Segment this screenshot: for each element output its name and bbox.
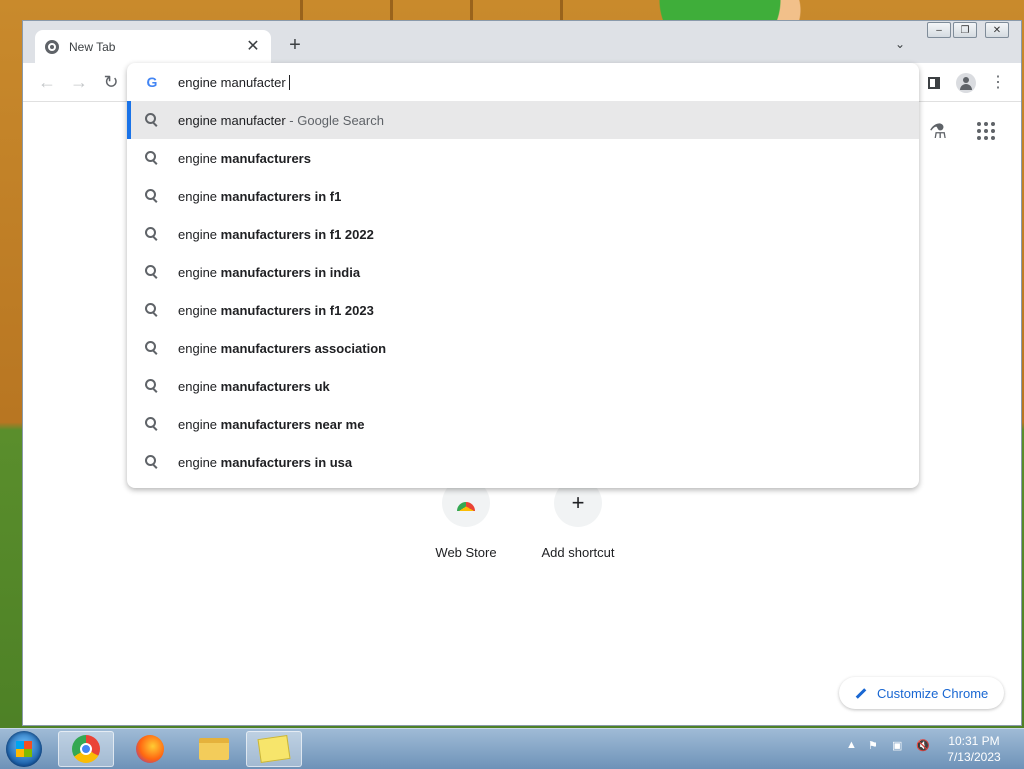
suggestion-row[interactable]: engine manufacturers in f1 2022 — [127, 215, 919, 253]
network-icon[interactable]: ▣ — [892, 739, 902, 752]
side-panel-button[interactable] — [923, 72, 945, 94]
taskbar-chrome[interactable] — [58, 731, 114, 767]
maximize-button[interactable]: ❐ — [953, 22, 977, 38]
suggestion-hint: - Google Search — [285, 112, 384, 128]
chrome-window: New Tab ✕ + ⌄ ‒ ❐ ✕ ← → ↻ ⋮ ⚗ Web Store … — [22, 20, 1022, 726]
suggestion-row[interactable]: engine manufacturers in usa — [127, 443, 919, 481]
search-icon — [145, 379, 159, 393]
tab-close-icon[interactable]: ✕ — [245, 38, 261, 55]
suggestion-row[interactable]: engine manufacturers near me — [127, 405, 919, 443]
suggestion-text: engine — [178, 454, 221, 470]
folder-icon — [199, 738, 229, 760]
minimize-button[interactable]: ‒ — [927, 22, 951, 38]
suggestion-row[interactable]: engine manufacturers in india — [127, 253, 919, 291]
firefox-icon — [136, 735, 164, 763]
taskbar: ▲ ⚑ ▣ 🔇 10:31 PM 7/13/2023 — [0, 728, 1024, 769]
tab-title: New Tab — [69, 39, 116, 54]
taskbar-firefox[interactable] — [122, 731, 178, 767]
profile-avatar-icon — [956, 73, 976, 93]
address-input[interactable]: engine manufacter — [178, 75, 286, 90]
suggestion-completion: manufacturers uk — [220, 378, 330, 394]
search-icon — [145, 455, 159, 469]
suggestion-completion: manufacturers association — [220, 340, 387, 356]
google-g-icon: G — [146, 74, 158, 90]
sticky-notes-icon — [257, 735, 291, 763]
suggestion-completion: manufacturers in f1 2022 — [220, 226, 374, 242]
suggestion-row[interactable]: engine manufacturers in f1 2023 — [127, 291, 919, 329]
reload-button[interactable]: ↻ — [101, 72, 121, 92]
taskbar-file-explorer[interactable] — [186, 731, 242, 767]
tab-new-tab[interactable]: New Tab ✕ — [35, 30, 271, 63]
suggestion-row[interactable]: engine manufacter - Google Search — [127, 101, 919, 139]
taskbar-sticky-notes[interactable] — [246, 731, 302, 767]
shortcut-web-store[interactable]: Web Store — [410, 479, 522, 560]
action-center-flag-icon[interactable]: ⚑ — [868, 739, 878, 752]
search-icon — [145, 189, 159, 203]
start-button[interactable] — [6, 731, 42, 767]
suggestion-row[interactable]: engine manufacturers — [127, 139, 919, 177]
back-button[interactable]: ← — [37, 72, 57, 92]
suggestion-text: engine — [178, 188, 221, 204]
suggestion-completion: manufacturers near me — [220, 416, 365, 432]
suggestion-text: engine — [178, 340, 221, 356]
suggestion-completion: manufacturers in f1 2023 — [220, 302, 374, 318]
tab-search-icon[interactable]: ⌄ — [895, 37, 905, 51]
suggestion-text: engine — [178, 150, 221, 166]
search-icon — [145, 227, 159, 241]
google-apps-button[interactable] — [973, 119, 999, 145]
customize-label: Customize Chrome — [877, 685, 989, 701]
text-caret — [288, 74, 290, 90]
search-icon — [145, 151, 159, 165]
pencil-icon — [855, 687, 867, 699]
customize-chrome-button[interactable]: Customize Chrome — [839, 677, 1005, 709]
new-tab-button[interactable]: + — [285, 35, 305, 55]
search-icon — [145, 341, 159, 355]
chrome-icon — [72, 735, 100, 763]
suggestion-text: engine — [178, 302, 221, 318]
suggestion-row[interactable]: engine manufacturers uk — [127, 367, 919, 405]
suggestion-text: engine — [178, 416, 221, 432]
add-shortcut-button[interactable]: + Add shortcut — [522, 479, 634, 560]
profile-button[interactable] — [955, 72, 977, 94]
labs-flask-icon[interactable]: ⚗ — [925, 119, 951, 145]
suggestion-row[interactable]: engine manufacturers association — [127, 329, 919, 367]
shortcut-label: Web Store — [435, 545, 497, 560]
omnibox-dropdown: G engine manufacter engine manufacter - … — [127, 63, 919, 488]
clock-date: 7/13/2023 — [947, 750, 1001, 764]
address-bar[interactable]: G engine manufacter — [127, 63, 919, 101]
search-icon — [145, 303, 159, 317]
suggestion-completion: manufacturers in f1 — [220, 188, 342, 204]
suggestion-text: engine — [178, 226, 221, 242]
search-icon — [145, 417, 159, 431]
search-icon — [145, 265, 159, 279]
suggestion-completion: manufacturers — [220, 150, 311, 166]
forward-button[interactable]: → — [69, 72, 89, 92]
title-bar: New Tab ✕ + ⌄ ‒ ❐ ✕ — [23, 21, 1021, 63]
suggestion-completion: manufacturers in usa — [220, 454, 353, 470]
suggestion-text: engine — [178, 264, 221, 280]
volume-muted-icon[interactable]: 🔇 — [916, 739, 930, 752]
show-hidden-icons-button[interactable]: ▲ — [846, 739, 857, 751]
side-panel-icon — [928, 77, 940, 89]
system-clock[interactable]: 10:31 PM 7/13/2023 — [936, 733, 1012, 765]
clock-time: 10:31 PM — [948, 734, 1000, 748]
suggestion-completion: manufacturers in india — [220, 264, 361, 280]
menu-kebab-icon[interactable]: ⋮ — [987, 72, 1009, 94]
search-icon — [145, 113, 159, 127]
apps-grid-icon — [973, 119, 999, 143]
suggestion-text: engine manufacter — [178, 112, 286, 128]
close-window-button[interactable]: ✕ — [985, 22, 1009, 38]
suggestion-text: engine — [178, 378, 221, 394]
chrome-favicon-icon — [45, 39, 59, 54]
shortcut-label: Add shortcut — [541, 545, 615, 560]
suggestion-row[interactable]: engine manufacturers in f1 — [127, 177, 919, 215]
